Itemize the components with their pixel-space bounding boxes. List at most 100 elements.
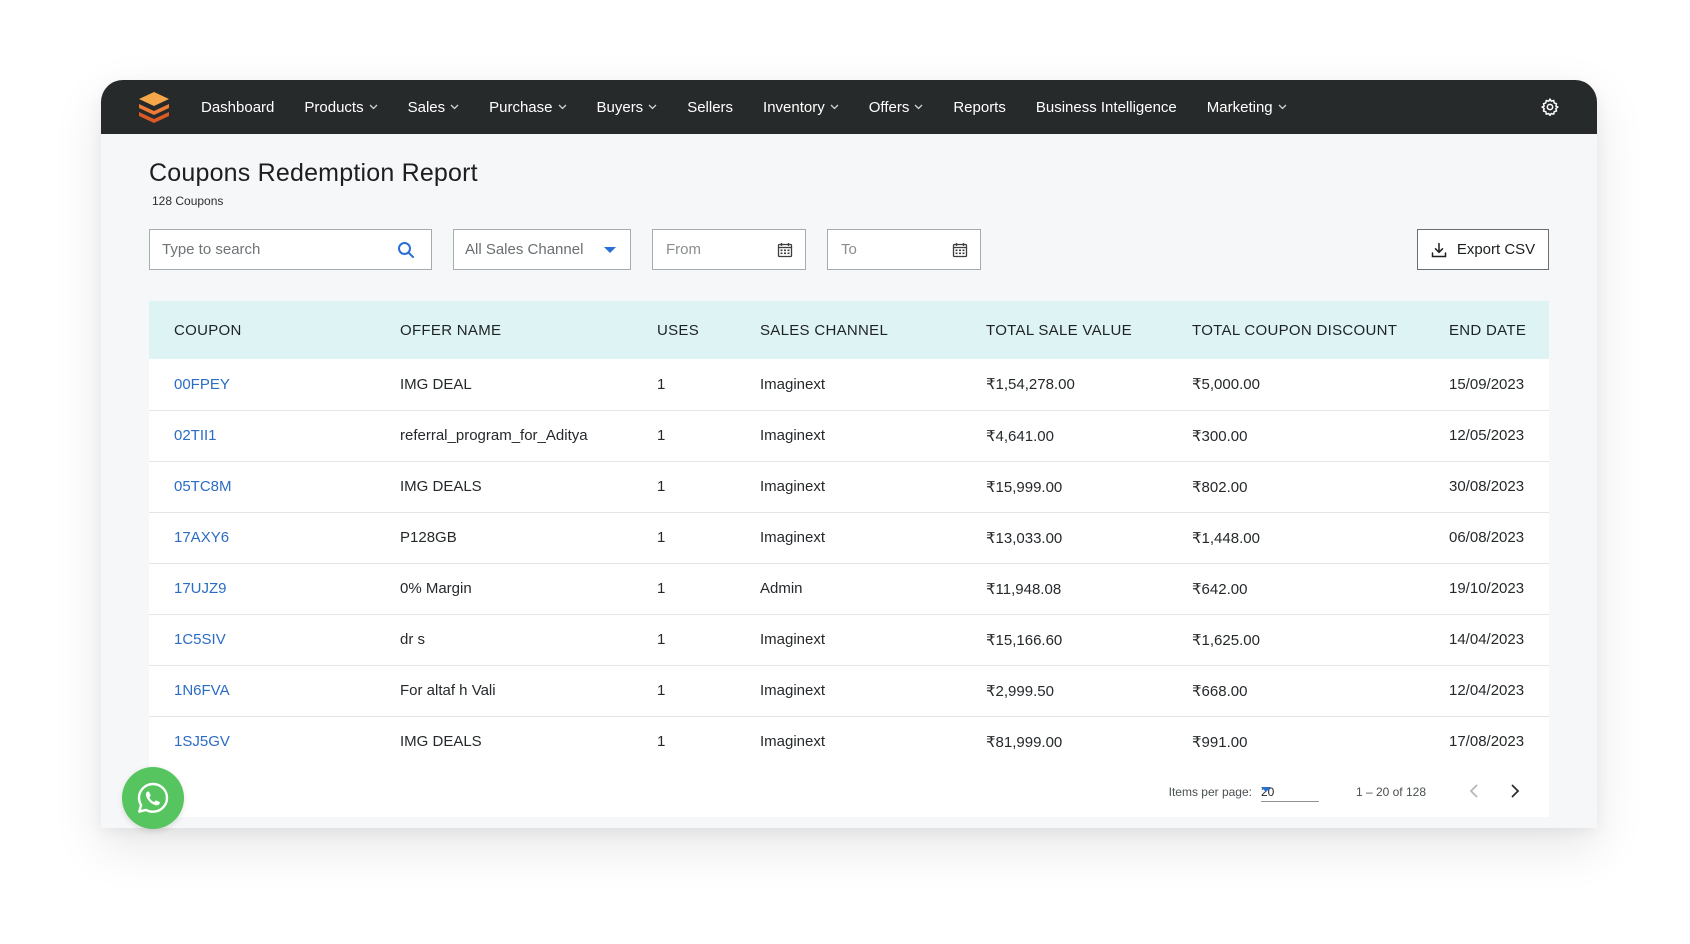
previous-page-icon[interactable] xyxy=(1464,781,1484,801)
column-header-end-date: END DATE xyxy=(1449,321,1527,339)
main-content: Coupons Redemption Report 128 Coupons Al… xyxy=(149,134,1549,817)
table-row[interactable]: 1C5SIV dr s 1 Imaginext ₹15,166.60 ₹1,625.00 1… xyxy=(149,614,1549,665)
nav-item-offers[interactable]: Offers xyxy=(869,99,924,116)
calendar-icon[interactable] xyxy=(777,242,793,258)
nav-item-label: Business Intelligence xyxy=(1035,98,1177,116)
coupons-table: COUPON OFFER NAME USES SALES CHANNEL TOTAL S… xyxy=(149,301,1549,817)
whatsapp-icon xyxy=(137,782,169,813)
coupon-code-link[interactable]: 05TC8M xyxy=(174,478,232,495)
uses-cell: 1 xyxy=(657,478,666,495)
pagination-range: 1 – 20 of 128 xyxy=(1355,785,1426,799)
coupon-cell: 17AXY6 xyxy=(149,512,375,563)
calendar-icon[interactable] xyxy=(952,242,968,258)
coupon-code-link[interactable]: 00FPEY xyxy=(174,376,230,393)
nav-item-sellers[interactable]: Sellers xyxy=(687,99,733,116)
gear-icon[interactable] xyxy=(1540,97,1560,117)
coupon-cell: 1SJ5GV xyxy=(149,716,375,767)
uses-cell: 1 xyxy=(657,375,666,393)
chevron-down-icon xyxy=(369,102,378,113)
end-date-cell: 12/05/2023 xyxy=(1449,427,1525,444)
nav-item-products[interactable]: Products xyxy=(304,98,378,116)
nav-item-label: Reports xyxy=(953,98,1006,116)
table-row[interactable]: 17AXY6 P128GB 1 Imaginext ₹13,033.00 ₹1,448.0… xyxy=(149,512,1549,563)
chevron-down-icon xyxy=(450,102,459,113)
coupon-code-link[interactable]: 17UJZ9 xyxy=(174,580,227,597)
items-per-page-select[interactable]: 20 xyxy=(1261,780,1319,802)
end-date-cell: 12/04/2023 xyxy=(1449,682,1525,699)
nav-item-label: Buyers xyxy=(596,98,644,116)
caret-down-icon xyxy=(1261,787,1271,792)
table-row[interactable]: 1N6FVA For altaf h Vali 1 Imaginext ₹2,999.5… xyxy=(149,665,1549,716)
uses-cell: 1 xyxy=(657,529,666,546)
export-csv-label: Export CSV xyxy=(1456,241,1536,258)
total-coupon-discount-cell: ₹1,625.00 xyxy=(1192,631,1260,649)
next-page-icon[interactable] xyxy=(1505,781,1525,801)
table-row[interactable]: 00FPEY IMG DEAL 1 Imaginext ₹1,54,278.00 ₹5,0… xyxy=(149,359,1549,410)
nav-item-label: Dashboard xyxy=(201,98,275,116)
sales-channel-cell: Imaginext xyxy=(760,733,826,751)
coupon-code-link[interactable]: 17AXY6 xyxy=(174,529,229,546)
coupon-code-link[interactable]: 1N6FVA xyxy=(174,682,230,699)
total-sale-value-cell: ₹2,999.50 xyxy=(986,682,1054,700)
search-input[interactable] xyxy=(150,241,380,258)
offer-name-cell: IMG DEALS xyxy=(400,733,482,751)
chevron-down-icon xyxy=(558,102,567,113)
to-date-field[interactable]: To xyxy=(827,229,981,270)
total-coupon-discount-cell: ₹300.00 xyxy=(1192,427,1248,445)
column-header-total-coupon-discount: TOTAL COUPON DISCOUNT xyxy=(1192,321,1398,339)
uses-cell: 1 xyxy=(657,580,666,597)
nav-item-label: Inventory xyxy=(763,98,825,116)
nav-item-buyers[interactable]: Buyers xyxy=(597,99,658,116)
coupon-cell: 1N6FVA xyxy=(149,665,375,716)
sales-channel-cell: Imaginext xyxy=(760,631,826,648)
end-date-cell: 14/04/2023 xyxy=(1449,631,1525,648)
total-sale-value-cell: ₹13,033.00 xyxy=(986,529,1063,547)
total-sale-value-cell: ₹11,948.08 xyxy=(986,580,1062,598)
table-row[interactable]: 1SJ5GV IMG DEALS 1 Imaginext ₹81,999.00 ₹991.… xyxy=(149,716,1549,767)
table-row[interactable]: 17UJZ9 0% Margin 1 Admin ₹11,948.08 ₹642.00 19… xyxy=(149,563,1549,614)
table-row[interactable]: 05TC8M IMG DEALS 1 Imaginext ₹15,999.00 ₹802.… xyxy=(149,461,1549,512)
coupon-code-link[interactable]: 02TII1 xyxy=(174,427,217,444)
from-date-field[interactable]: From xyxy=(652,229,806,270)
end-date-cell: 17/08/2023 xyxy=(1449,733,1525,751)
page-title: Coupons Redemption Report xyxy=(149,159,478,187)
coupon-code-link[interactable]: 1SJ5GV xyxy=(174,733,230,750)
coupon-code-link[interactable]: 1C5SIV xyxy=(174,631,226,648)
column-header-total-sale-value: TOTAL SALE VALUE xyxy=(986,321,1132,339)
nav-item-marketing[interactable]: Marketing xyxy=(1207,99,1287,116)
nav-item-purchase[interactable]: Purchase xyxy=(489,99,566,116)
sales-channel-cell: Imaginext xyxy=(760,529,826,546)
uses-cell: 1 xyxy=(657,733,666,751)
total-sale-value-cell: ₹1,54,278.00 xyxy=(986,376,1075,394)
to-date-placeholder: To xyxy=(841,241,857,258)
total-coupon-discount-cell: ₹1,448.00 xyxy=(1192,529,1260,547)
search-box xyxy=(149,229,432,270)
sales-channel-cell: Imaginext xyxy=(760,375,826,393)
export-csv-button[interactable]: Export CSV xyxy=(1417,229,1549,270)
sales-channel-select[interactable]: All Sales Channel xyxy=(453,229,631,270)
nav-item-label: Products xyxy=(304,98,364,116)
column-header-coupon: COUPON xyxy=(174,321,242,339)
brand-logo[interactable] xyxy=(136,89,172,125)
uses-cell: 1 xyxy=(657,631,666,648)
search-icon[interactable] xyxy=(397,241,415,259)
top-navbar: Dashboard Products Sales Purchase Buyers Sell… xyxy=(101,80,1597,134)
nav-item-dashboard[interactable]: Dashboard xyxy=(201,99,274,116)
coupon-cell: 17UJZ9 xyxy=(149,563,375,614)
offer-name-cell: IMG DEAL xyxy=(400,375,472,393)
coupon-cell: 00FPEY xyxy=(149,359,375,410)
table-header-row: COUPON OFFER NAME USES SALES CHANNEL TOTAL S… xyxy=(149,301,1549,359)
offer-name-cell: P128GB xyxy=(400,529,457,546)
sales-channel-cell: Admin xyxy=(760,580,803,597)
whatsapp-chat-button[interactable] xyxy=(122,767,184,829)
nav-item-inventory[interactable]: Inventory xyxy=(763,99,839,116)
table-row[interactable]: 02TII1 referral_program_for_Aditya 1 Imagin… xyxy=(149,410,1549,461)
sales-channel-cell: Imaginext xyxy=(760,427,826,444)
coupon-cell: 1C5SIV xyxy=(149,614,375,665)
nav-item-sales[interactable]: Sales xyxy=(408,99,460,116)
pagination-bar: Items per page: 20 1 – 20 of 128 xyxy=(149,767,1549,817)
nav-item-business-intelligence[interactable]: Business Intelligence xyxy=(1036,99,1177,116)
end-date-cell: 30/08/2023 xyxy=(1449,478,1525,495)
nav-item-reports[interactable]: Reports xyxy=(953,99,1006,116)
total-sale-value-cell: ₹15,166.60 xyxy=(986,631,1063,649)
